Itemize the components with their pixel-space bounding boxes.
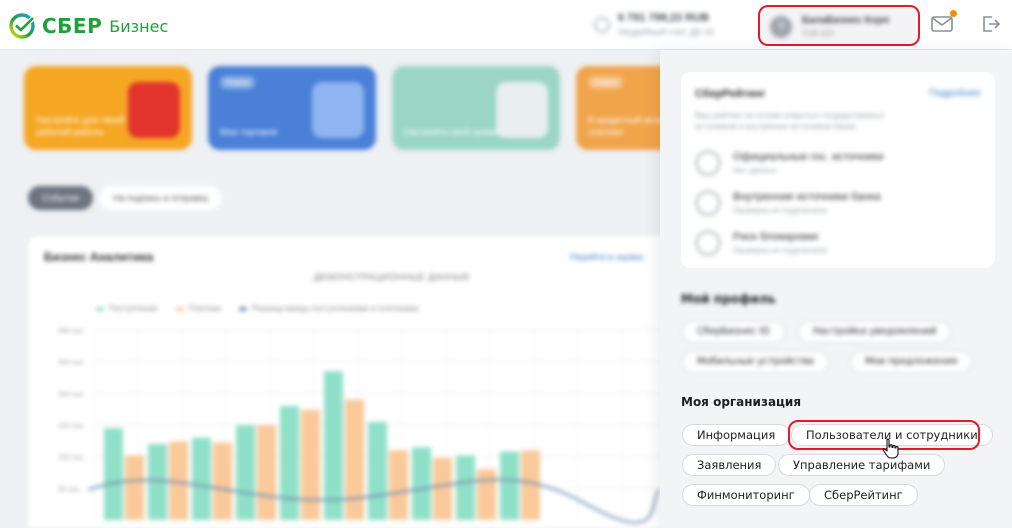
- logo-text: СБЕР: [42, 14, 103, 38]
- chart-bar: [301, 409, 320, 520]
- chart-bar: [236, 425, 255, 520]
- demo-data-label: ДЕМОНСТРАЦИОННЫЕ ДАННЫЕ: [314, 272, 471, 282]
- chart-bar: [345, 399, 364, 520]
- balance-amount: 6 791 798,22 RUB: [618, 12, 710, 24]
- rating-ring-icon: [695, 230, 721, 256]
- banner-text: Мои торговля: [220, 127, 277, 137]
- sber-rating-card: СберРейтинг Подробнее Ваш рейтинг на осн…: [681, 72, 995, 268]
- rating-ring-icon: [695, 190, 721, 216]
- y-tick-label: 150 тыс.: [58, 423, 85, 430]
- my-organization-title: Моя организация: [681, 395, 802, 409]
- tab-events[interactable]: События: [28, 186, 94, 210]
- chip-finmonitoring[interactable]: Финмониторинг: [682, 484, 810, 506]
- banner-tag: Новое: [588, 76, 624, 89]
- chip-sberbusiness-id[interactable]: СберБизнес ID: [682, 321, 785, 343]
- profile-side-panel: СберРейтинг Подробнее Ваш рейтинг на осн…: [660, 50, 1012, 528]
- notification-dot: [950, 10, 957, 17]
- chart-bar: [368, 421, 387, 520]
- rating-source-row: Официальные гос. источники Нет данных: [695, 150, 883, 176]
- banner-text: Настройте свой заявки: [404, 127, 501, 137]
- chart-bar: [324, 371, 343, 520]
- my-profile-title: Мой профиль: [681, 292, 776, 306]
- chart-bar: [125, 455, 144, 520]
- banner-tag: Новое: [220, 76, 256, 89]
- tab-to-sign[interactable]: На подпись и отправку: [99, 186, 223, 210]
- rating-title: СберРейтинг: [695, 88, 766, 100]
- chart-bar: [104, 428, 123, 520]
- chip-sberrating[interactable]: СберРейтинг: [809, 484, 918, 506]
- chart-bar: [213, 442, 232, 520]
- rating-source-status: Проверка не подключена: [733, 206, 827, 215]
- banner-text: Настройте для твоей рабочей работы: [36, 115, 125, 137]
- top-header: СБЕР Бизнес 6 791 798,22 RUB Неудобный с…: [0, 0, 1012, 50]
- account-balance[interactable]: 6 791 798,22 RUB Неудобный счет, ДБ 02: [594, 12, 714, 37]
- rating-source-label: Официальные гос. источники: [733, 151, 884, 163]
- chart-bar: [477, 469, 496, 520]
- notifications-button[interactable]: [931, 10, 957, 36]
- promo-banner[interactable]: Новое Мои торговля: [208, 66, 376, 150]
- chart-bar: [500, 451, 519, 520]
- balance-subtitle: Неудобный счет, ДБ 02: [618, 27, 715, 37]
- chart-bar: [257, 425, 276, 520]
- chip-applications[interactable]: Заявления: [682, 454, 777, 476]
- legend-item: Поступления: [96, 304, 158, 313]
- sber-logo-icon: [9, 13, 35, 39]
- chip-mobile-devices[interactable]: Мобильные устройства: [682, 351, 829, 373]
- rating-source-status: Проверка не подключена: [733, 246, 827, 255]
- logo-subtext: Бизнес: [109, 16, 169, 36]
- y-tick-label: 300 тыс.: [58, 328, 85, 335]
- chip-information[interactable]: Информация: [682, 424, 791, 446]
- rating-description: Ваш рейтинг на основе открытых государст…: [695, 111, 885, 131]
- company-name: БалаБизнес Корп: [802, 15, 890, 26]
- legend-item: Платежи: [175, 304, 221, 313]
- chart-bar: [389, 450, 408, 520]
- event-tabs: События На подпись и отправку: [28, 186, 228, 210]
- chip-tariff-management[interactable]: Управление тарифами: [778, 454, 946, 476]
- rating-source-row: Риск блокировки Проверка не подключена: [695, 230, 827, 256]
- promo-banner[interactable]: Настройте для твоей рабочей работы: [24, 66, 192, 150]
- rating-source-label: Внутренние источники банка: [733, 191, 881, 203]
- chart-bar: [433, 457, 452, 520]
- y-tick-label: 100 тыс.: [58, 455, 85, 462]
- logout-button[interactable]: [980, 14, 1004, 36]
- hand-cursor-icon: [882, 438, 899, 459]
- rating-more-link[interactable]: Подробнее: [929, 88, 981, 99]
- y-tick-label: 250 тыс.: [58, 360, 85, 367]
- business-analytics-card: Бизнес Аналитика Перейти в сервис ДЕМОНС…: [28, 236, 668, 528]
- y-tick-label: 200 тыс.: [58, 391, 85, 398]
- chart-bar: [412, 447, 431, 520]
- chart-bar: [192, 437, 211, 520]
- y-tick-label: 50 тыс.: [58, 486, 81, 493]
- chart-bar: [280, 406, 299, 520]
- legend-item: Разница между поступлениями и платежами: [239, 304, 418, 313]
- logout-icon: [983, 16, 1001, 32]
- rating-source-status: Нет данных: [733, 166, 777, 175]
- chip-notification-settings[interactable]: Настройка уведомлений: [798, 321, 952, 343]
- promo-banner[interactable]: Настройте свой заявки: [392, 66, 560, 150]
- analytics-bar-chart: 300 тыс. 250 тыс. 200 тыс. 150 тыс. 100 тыс.…: [58, 328, 660, 524]
- company-id: ТОВ 420: [802, 29, 834, 38]
- analytics-title: Бизнес Аналитика: [44, 250, 154, 264]
- analytics-link[interactable]: Перейти в сервис: [570, 252, 644, 262]
- chip-my-offers[interactable]: Мои предложения: [850, 351, 973, 373]
- chart-legend: Поступления Платежи Разница между поступ…: [96, 304, 436, 313]
- sber-business-logo[interactable]: СБЕР Бизнес: [8, 12, 168, 40]
- rating-source-row: Внутренние источники банка Проверка не п…: [695, 190, 880, 216]
- company-profile-button[interactable]: ? БалаБизнес Корп ТОВ 420: [758, 5, 920, 46]
- main-dashboard: Настройте для твоей рабочей работы Новое…: [0, 50, 744, 528]
- rating-source-label: Риск блокировки: [733, 231, 819, 243]
- chart-bar: [169, 441, 188, 520]
- balance-icon: [594, 16, 610, 33]
- rating-ring-icon: [695, 150, 721, 176]
- mail-icon: [931, 16, 953, 32]
- company-avatar: ?: [770, 15, 792, 38]
- chart-bar: [456, 455, 475, 520]
